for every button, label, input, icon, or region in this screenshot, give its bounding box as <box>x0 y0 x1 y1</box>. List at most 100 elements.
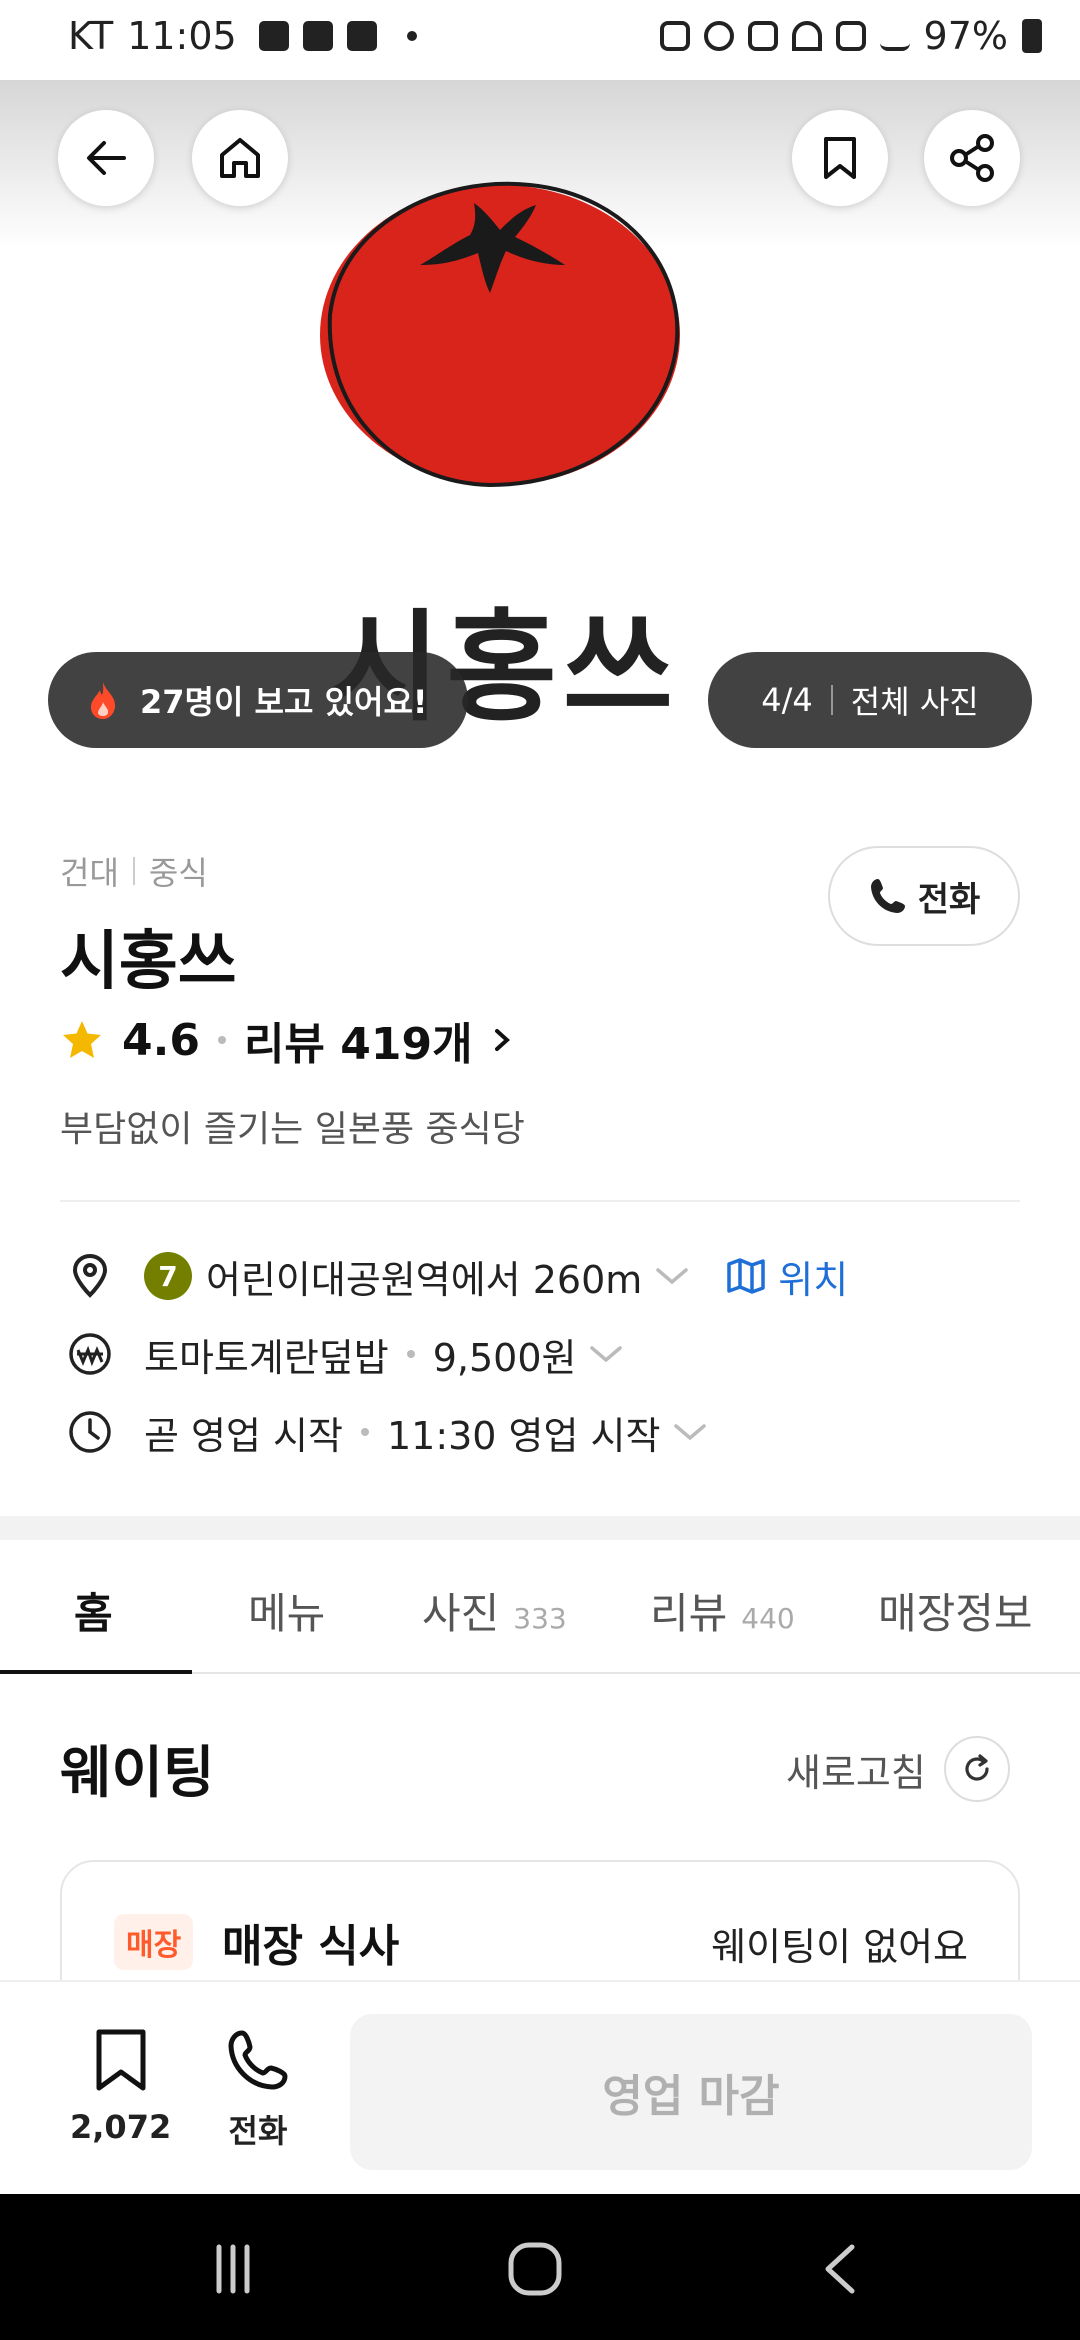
bookmark-icon <box>96 2029 146 2091</box>
refresh-icon <box>943 1736 1010 1802</box>
call-label: 전화 <box>917 879 981 920</box>
refresh-label: 새로고침 <box>786 1750 926 1795</box>
wifi-icon <box>791 21 822 51</box>
call-label: 전화 <box>228 2112 288 2150</box>
waiting-type: 매장 식사 <box>222 1921 400 1972</box>
separator-dot <box>217 1036 226 1044</box>
arrow-left-icon <box>87 141 126 175</box>
chevron-down-icon <box>590 1346 623 1363</box>
tomato-logo-icon <box>320 181 680 488</box>
phone-icon <box>870 879 905 913</box>
tab-label: 리뷰 <box>650 1589 728 1638</box>
map-link-label: 위치 <box>778 1257 849 1302</box>
rating-review-link[interactable]: 4.6 리뷰 419개 <box>60 1008 517 1072</box>
menu-row[interactable]: 토마토계란덮밥 9,500원 <box>60 1324 624 1384</box>
mute-icon <box>747 21 778 51</box>
divider <box>830 685 833 715</box>
all-photos-label: 전체 사진 <box>850 683 979 721</box>
chevron-down-icon <box>674 1424 707 1441</box>
phone-icon <box>228 2030 288 2090</box>
signal-icon <box>879 21 910 51</box>
subway-line-badge: 7 <box>144 1252 192 1300</box>
star-icon <box>63 1021 101 1058</box>
category-label[interactable]: 중식 <box>149 848 208 894</box>
breadcrumb: 건대 중식 <box>60 848 208 894</box>
hd-icon <box>835 21 866 51</box>
tab-home[interactable]: 홈 <box>74 1580 113 1641</box>
waiting-title: 웨이팅 <box>60 1741 215 1806</box>
recycle-icon <box>659 21 690 51</box>
alarm-icon <box>703 21 734 51</box>
save-count: 2,072 <box>70 2108 172 2146</box>
tab-reviews[interactable]: 리뷰 440 <box>650 1580 795 1641</box>
tab-menu[interactable]: 메뉴 <box>248 1580 325 1641</box>
bottom-action-bar: 2,072 전화 영업 마감 <box>0 1980 1080 2194</box>
area-label[interactable]: 건대 <box>60 848 119 894</box>
refresh-button[interactable]: 새로고침 <box>786 1736 1010 1802</box>
menu-won-icon <box>60 1324 120 1384</box>
menu-item-name: 토마토계란덮밥 <box>144 1335 389 1380</box>
location-row[interactable]: 7 어린이대공원역에서 260m 위치 <box>60 1246 848 1306</box>
store-description: 부담없이 즐기는 일본풍 중식당 <box>60 1109 525 1150</box>
call-button[interactable]: 전화 <box>828 846 1020 946</box>
chevron-down-icon <box>656 1268 689 1285</box>
share-icon <box>950 134 994 182</box>
clock: 11:05 <box>127 14 237 58</box>
back-chevron-icon <box>825 2244 855 2294</box>
system-home-button[interactable] <box>500 2234 570 2304</box>
home-button[interactable] <box>192 110 288 206</box>
separator-dot <box>360 1428 369 1436</box>
separator-dot <box>406 1350 415 1358</box>
tab-label: 메뉴 <box>248 1589 326 1638</box>
live-viewers-text: 27명이 보고 있어요! <box>140 683 428 721</box>
recent-apps-button[interactable] <box>198 2234 268 2304</box>
dine-in-badge: 매장 <box>114 1914 194 1970</box>
tab-bar: 홈 메뉴 사진 333 리뷰 440 매장정보 <box>0 1540 1080 1674</box>
closed-status-button[interactable]: 영업 마감 <box>350 2014 1032 2170</box>
chevron-right-icon <box>494 1029 510 1051</box>
hours-status: 곧 영업 시작 <box>144 1413 343 1458</box>
section-separator <box>0 1516 1080 1540</box>
tab-count: 333 <box>513 1602 567 1635</box>
tab-label: 홈 <box>74 1589 113 1638</box>
photo-counter: 4/4 <box>761 681 813 719</box>
bookmark-button[interactable] <box>792 110 888 206</box>
gallery-notification-icon <box>302 21 333 51</box>
hours-time: 11:30 영업 시작 <box>386 1413 661 1458</box>
tab-label: 사진 <box>422 1589 500 1638</box>
active-tab-indicator <box>0 1670 192 1674</box>
waiting-status: 웨이팅이 없어요 <box>711 1925 968 1969</box>
back-button[interactable] <box>58 110 154 206</box>
message-notification-icon <box>258 21 289 51</box>
tab-photos[interactable]: 사진 333 <box>422 1580 567 1641</box>
tab-label: 매장정보 <box>878 1589 1033 1638</box>
section-divider <box>60 1200 1020 1202</box>
tab-store-info[interactable]: 매장정보 <box>878 1580 1033 1641</box>
rating-value: 4.6 <box>122 1014 200 1066</box>
hero-photo[interactable]: 시홍쓰 27명이 보고 있어요! 4/4 전체 사진 <box>0 80 1080 780</box>
home-circle-icon <box>508 2242 562 2296</box>
review-count: 리뷰 419개 <box>243 1019 473 1070</box>
battery-icon <box>1022 19 1042 53</box>
home-icon <box>220 138 260 178</box>
clock-icon <box>60 1402 120 1462</box>
tab-count: 440 <box>741 1602 795 1635</box>
map-link[interactable]: 위치 <box>726 1249 848 1304</box>
live-viewers-pill: 27명이 보고 있어요! <box>48 652 468 748</box>
save-button[interactable]: 2,072 <box>70 2028 171 2146</box>
share-button[interactable] <box>924 110 1020 206</box>
bottom-call-button[interactable]: 전화 <box>226 2028 290 2152</box>
hours-row[interactable]: 곧 영업 시작 11:30 영업 시작 <box>60 1402 708 1462</box>
menu-item-price: 9,500원 <box>432 1335 577 1380</box>
system-back-button[interactable] <box>806 2234 876 2304</box>
carrier-label: KT <box>68 14 114 58</box>
battery-percent: 97% <box>923 14 1008 58</box>
recent-apps-icon <box>216 2244 250 2294</box>
location-pin-icon <box>60 1246 120 1306</box>
divider <box>132 857 135 885</box>
all-photos-button[interactable]: 4/4 전체 사진 <box>708 652 1032 748</box>
store-name: 시홍쓰 <box>60 925 237 999</box>
more-notifications-icon <box>406 31 417 41</box>
system-nav-bar <box>0 2194 1080 2340</box>
fire-icon <box>91 682 116 719</box>
